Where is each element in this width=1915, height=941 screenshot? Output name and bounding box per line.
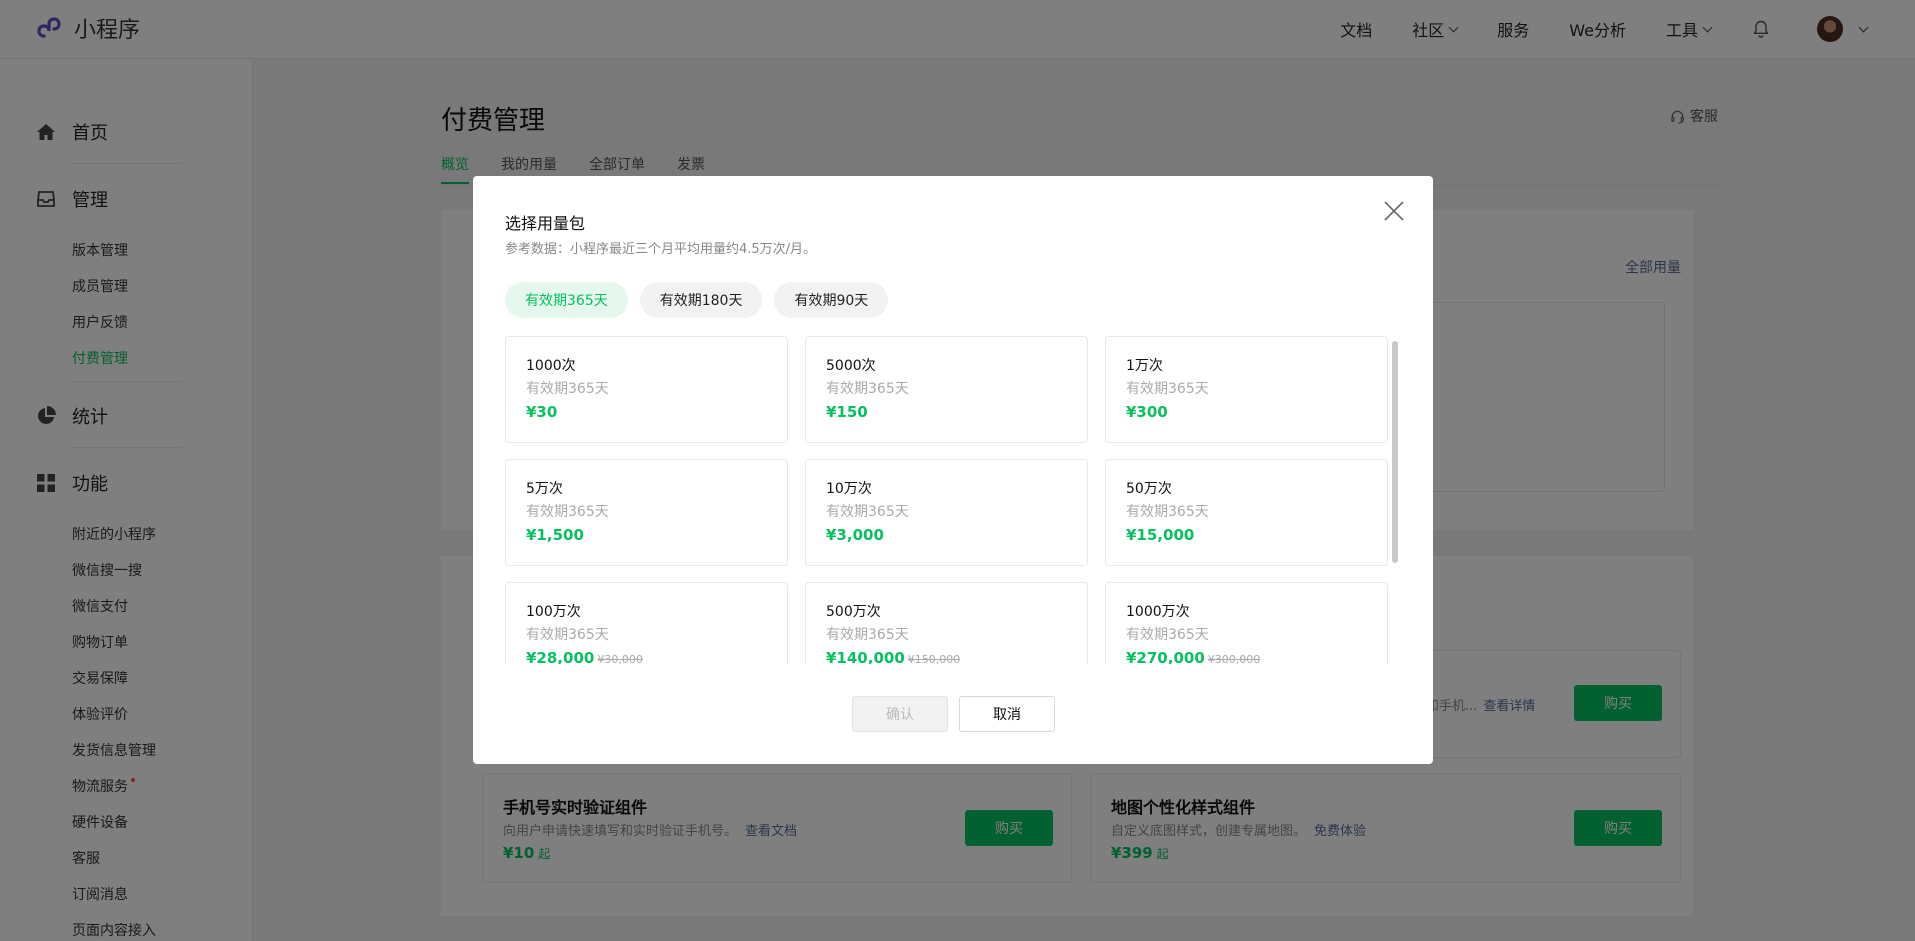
period-tab-180[interactable]: 有效期180天 [639, 282, 763, 318]
package-card[interactable]: 1000次 有效期365天 ¥30 [505, 336, 788, 443]
original-price: ¥150,000 [907, 653, 961, 664]
package-card[interactable]: 1万次 有效期365天 ¥300 [1105, 336, 1388, 443]
package-card[interactable]: 10万次 有效期365天 ¥3,000 [805, 459, 1088, 566]
package-card[interactable]: 5000次 有效期365天 ¥150 [805, 336, 1088, 443]
package-price: ¥28,000 ¥30,000 [526, 649, 767, 664]
package-name: 500万次 [826, 604, 881, 620]
package-name: 5万次 [526, 481, 563, 497]
original-price: ¥300,000 [1207, 653, 1261, 664]
package-price: ¥270,000 ¥300,000 [1126, 649, 1367, 664]
package-validity: 有效期365天 [526, 627, 609, 643]
package-price: ¥300 [1126, 403, 1367, 421]
package-validity: 有效期365天 [1126, 504, 1209, 520]
price-value: ¥140,000 [826, 649, 905, 664]
package-price: ¥3,000 [826, 526, 1067, 544]
package-name: 100万次 [526, 604, 581, 620]
price-value: ¥15,000 [1126, 526, 1195, 544]
package-price: ¥140,000 ¥150,000 [826, 649, 1067, 664]
package-card[interactable]: 500万次 有效期365天 ¥140,000 ¥150,000 [805, 582, 1088, 664]
package-name: 1000万次 [1126, 604, 1190, 620]
period-tab-90[interactable]: 有效期90天 [774, 282, 889, 318]
price-value: ¥270,000 [1126, 649, 1205, 664]
package-card[interactable]: 1000万次 有效期365天 ¥270,000 ¥300,000 [1105, 582, 1388, 664]
price-value: ¥300 [1126, 403, 1168, 421]
price-value: ¥30 [526, 403, 558, 421]
period-tabs: 有效期365天 有效期180天 有效期90天 [505, 282, 889, 318]
package-validity: 有效期365天 [526, 504, 609, 520]
scrollbar-thumb[interactable] [1392, 341, 1398, 563]
package-name: 1000次 [526, 358, 576, 374]
price-value: ¥150 [826, 403, 868, 421]
price-value: ¥28,000 [526, 649, 595, 664]
package-list: 1000次 有效期365天 ¥30 5000次 有效期365天 ¥150 1万次… [505, 336, 1401, 664]
package-price: ¥15,000 [1126, 526, 1367, 544]
usage-package-dialog: 选择用量包 参考数据：小程序最近三个月平均用量约4.5万次/月。 有效期365天… [473, 176, 1433, 764]
package-name: 50万次 [1126, 481, 1172, 497]
price-value: ¥3,000 [826, 526, 884, 544]
dialog-title: 选择用量包 [505, 214, 586, 233]
dialog-subtitle: 参考数据：小程序最近三个月平均用量约4.5万次/月。 [505, 242, 817, 257]
package-validity: 有效期365天 [826, 381, 909, 397]
package-card[interactable]: 100万次 有效期365天 ¥28,000 ¥30,000 [505, 582, 788, 664]
package-validity: 有效期365天 [826, 627, 909, 643]
package-card[interactable]: 50万次 有效期365天 ¥15,000 [1105, 459, 1388, 566]
package-name: 5000次 [826, 358, 876, 374]
package-price: ¥1,500 [526, 526, 767, 544]
confirm-button[interactable]: 确认 [852, 696, 948, 732]
package-name: 1万次 [1126, 358, 1163, 374]
original-price: ¥30,000 [597, 653, 643, 664]
package-validity: 有效期365天 [826, 504, 909, 520]
package-price: ¥150 [826, 403, 1067, 421]
package-validity: 有效期365天 [526, 381, 609, 397]
package-price: ¥30 [526, 403, 767, 421]
period-tab-365[interactable]: 有效期365天 [505, 282, 628, 318]
cancel-button[interactable]: 取消 [959, 696, 1055, 732]
close-icon[interactable] [1383, 200, 1405, 222]
package-name: 10万次 [826, 481, 872, 497]
package-validity: 有效期365天 [1126, 627, 1209, 643]
price-value: ¥1,500 [526, 526, 584, 544]
package-validity: 有效期365天 [1126, 381, 1209, 397]
package-card[interactable]: 5万次 有效期365天 ¥1,500 [505, 459, 788, 566]
